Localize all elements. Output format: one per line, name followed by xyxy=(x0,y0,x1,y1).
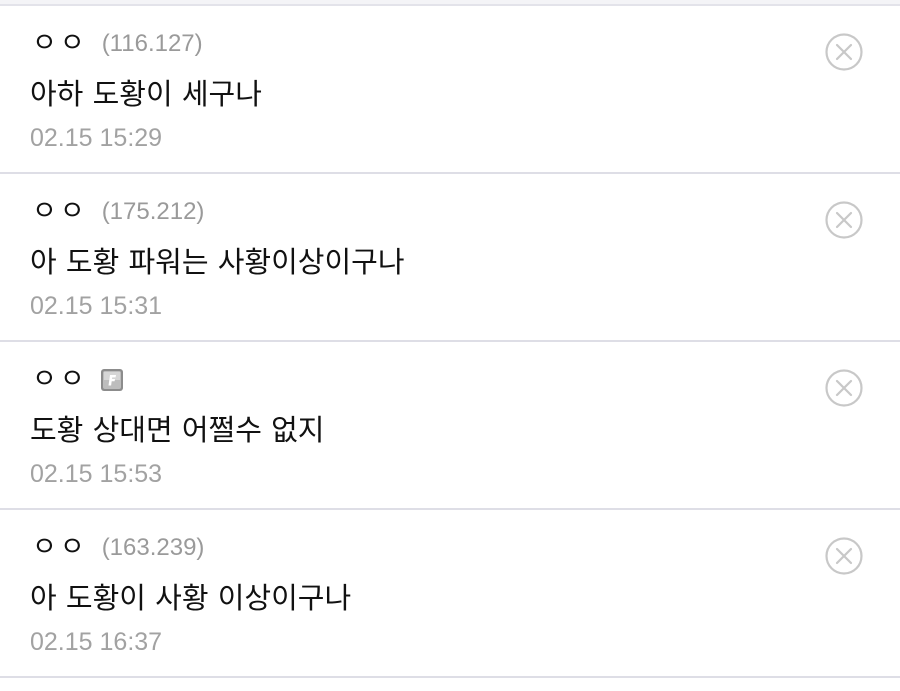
comment-nickname[interactable]: ㅇㅇ xyxy=(32,26,88,62)
comment-meta: ㅇㅇ (175.212) xyxy=(32,194,204,230)
delete-comment-button[interactable] xyxy=(822,198,866,242)
close-circle-icon xyxy=(825,369,863,407)
comment-ip: (163.239) xyxy=(101,534,205,561)
delete-comment-button[interactable] xyxy=(822,30,866,74)
comment-list: ㅇㅇ (116.127) 아하 도황이 세구나 02.15 15:29 ㅇㅇ (… xyxy=(0,6,900,678)
close-circle-icon xyxy=(825,201,863,239)
comment-text: 도황 상대면 어쩔수 없지 xyxy=(30,413,325,447)
comment-item: ㅇㅇ 도황 상대면 어쩔수 없지 02.15 15:53 xyxy=(0,342,900,510)
comment-meta: ㅇㅇ (116.127) xyxy=(32,26,203,62)
comment-item: ㅇㅇ (116.127) 아하 도황이 세구나 02.15 15:29 xyxy=(0,6,900,174)
comment-text: 아하 도황이 세구나 xyxy=(30,77,262,111)
comment-item: ㅇㅇ (175.212) 아 도황 파워는 사황이상이구나 02.15 15:3… xyxy=(0,174,900,342)
delete-comment-button[interactable] xyxy=(822,534,866,578)
comment-timestamp: 02.15 15:31 xyxy=(30,292,163,320)
comment-text: 아 도황 파워는 사황이상이구나 xyxy=(30,245,405,279)
fixed-nick-icon xyxy=(100,368,124,392)
comment-meta: ㅇㅇ xyxy=(32,362,124,398)
delete-comment-button[interactable] xyxy=(822,366,866,410)
comment-ip: (175.212) xyxy=(101,198,205,225)
close-circle-icon xyxy=(825,33,863,71)
comment-timestamp: 02.15 16:37 xyxy=(30,628,163,656)
comment-meta: ㅇㅇ (163.239) xyxy=(32,530,204,566)
comment-nickname[interactable]: ㅇㅇ xyxy=(32,194,88,230)
close-circle-icon xyxy=(825,537,863,575)
comment-timestamp: 02.15 15:53 xyxy=(30,460,163,488)
comment-nickname[interactable]: ㅇㅇ xyxy=(32,530,88,566)
comment-timestamp: 02.15 15:29 xyxy=(30,124,163,152)
comment-item: ㅇㅇ (163.239) 아 도황이 사황 이상이구나 02.15 16:37 xyxy=(0,510,900,678)
comment-nickname[interactable]: ㅇㅇ xyxy=(32,362,88,398)
comment-text: 아 도황이 사황 이상이구나 xyxy=(30,581,352,615)
comment-ip: (116.127) xyxy=(101,30,203,57)
